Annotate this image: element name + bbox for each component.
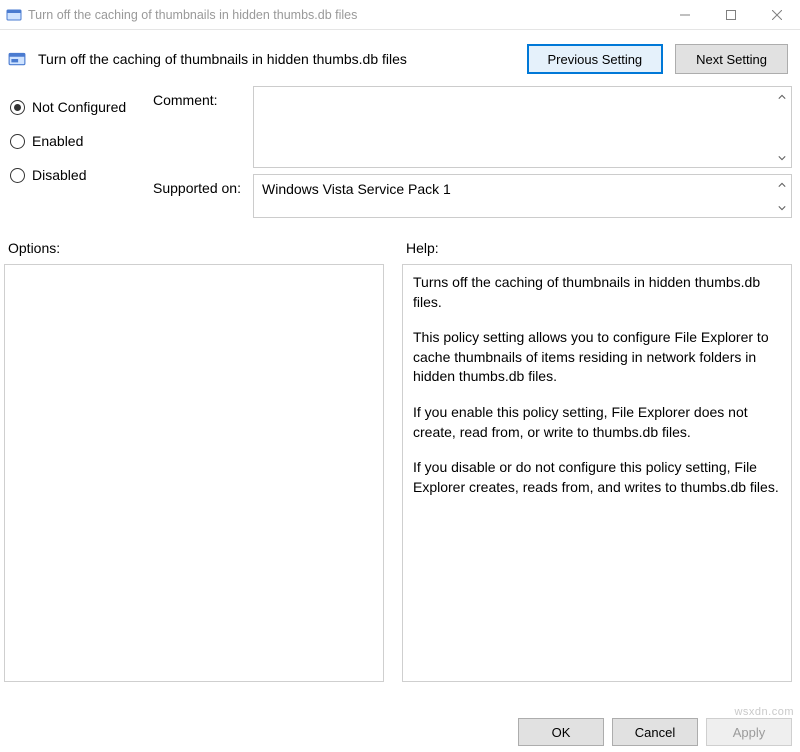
help-box: Turns off the caching of thumbnails in h…: [402, 264, 792, 682]
footer: OK Cancel Apply: [518, 718, 792, 746]
help-paragraph: If you enable this policy setting, File …: [413, 403, 781, 442]
header: Turn off the caching of thumbnails in hi…: [0, 30, 800, 86]
maximize-button[interactable]: [708, 0, 754, 29]
minimize-button[interactable]: [662, 0, 708, 29]
radio-not-configured[interactable]: Not Configured: [10, 90, 145, 124]
panels: Options: Help: Turns off the caching of …: [0, 222, 800, 682]
titlebar: Turn off the caching of thumbnails in hi…: [0, 0, 800, 30]
radio-label: Not Configured: [32, 99, 126, 115]
supported-on-label: Supported on:: [153, 174, 253, 218]
help-label: Help:: [406, 240, 792, 256]
help-paragraph: This policy setting allows you to config…: [413, 328, 781, 387]
options-label: Options:: [8, 240, 384, 256]
radio-disabled[interactable]: Disabled: [10, 158, 145, 192]
apply-button: Apply: [706, 718, 792, 746]
radio-icon: [10, 168, 25, 183]
config-area: Not Configured Enabled Disabled Comment:…: [0, 86, 800, 222]
policy-icon: [6, 7, 22, 23]
radio-icon: [10, 134, 25, 149]
comment-label: Comment:: [153, 86, 253, 168]
page-title: Turn off the caching of thumbnails in hi…: [38, 51, 515, 67]
scroll-up-icon[interactable]: [773, 88, 790, 105]
ok-button[interactable]: OK: [518, 718, 604, 746]
comment-input[interactable]: [253, 86, 792, 168]
scroll-down-icon[interactable]: [773, 149, 790, 166]
next-setting-button[interactable]: Next Setting: [675, 44, 788, 74]
radio-icon: [10, 100, 25, 115]
scroll-up-icon[interactable]: [773, 176, 790, 193]
help-paragraph: If you disable or do not configure this …: [413, 458, 781, 497]
radio-label: Disabled: [32, 167, 86, 183]
help-paragraph: Turns off the caching of thumbnails in h…: [413, 273, 781, 312]
state-radio-group: Not Configured Enabled Disabled: [10, 86, 145, 218]
scroll-down-icon[interactable]: [773, 199, 790, 216]
previous-setting-button[interactable]: Previous Setting: [527, 44, 664, 74]
supported-on-value: Windows Vista Service Pack 1: [253, 174, 792, 218]
close-button[interactable]: [754, 0, 800, 29]
radio-enabled[interactable]: Enabled: [10, 124, 145, 158]
window-title: Turn off the caching of thumbnails in hi…: [28, 8, 662, 22]
watermark: wsxdn.com: [734, 706, 794, 718]
options-box: [4, 264, 384, 682]
cancel-button[interactable]: Cancel: [612, 718, 698, 746]
radio-label: Enabled: [32, 133, 83, 149]
policy-icon: [8, 50, 26, 68]
